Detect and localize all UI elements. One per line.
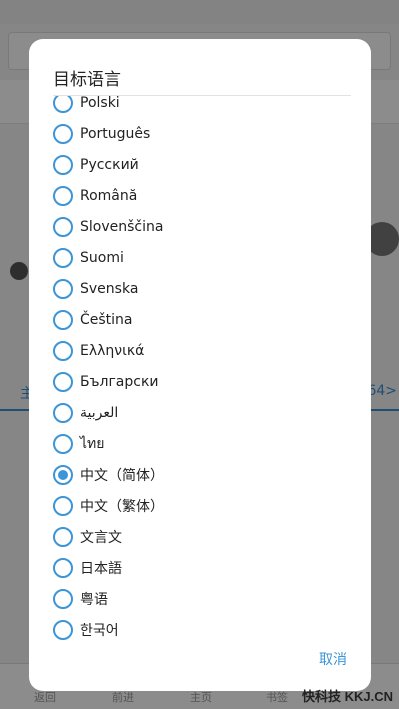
radio-button-icon[interactable] [53,402,73,423]
radio-button-icon[interactable] [53,526,73,547]
radio-button-icon[interactable] [53,247,73,268]
language-option-label: Svenska [80,280,139,297]
language-option[interactable]: Português [29,118,371,149]
language-option-label: Български [80,373,159,390]
radio-button-icon[interactable] [53,371,73,392]
radio-button-icon[interactable] [53,557,73,578]
language-option-label: Suomi [80,249,124,266]
language-option[interactable]: 中文（繁体） [29,490,371,521]
language-option[interactable]: Suomi [29,242,371,273]
language-option[interactable]: Slovenščina [29,211,371,242]
language-option[interactable]: Български [29,366,371,397]
language-option-label: العربية [80,404,119,421]
language-list[interactable]: Polski Português Русский Română Slovenščina S… [29,96,371,644]
radio-button-icon[interactable] [53,340,73,361]
language-option-label: 粤语 [80,591,108,608]
language-option-label: Português [80,125,151,142]
language-option-label: Polski [80,96,120,111]
language-option-label: Slovenščina [80,218,164,235]
radio-button-icon[interactable] [53,278,73,299]
language-option[interactable]: Svenska [29,273,371,304]
language-option-label: 日本語 [80,560,122,577]
watermark: 快科技 KKJ.CN [301,689,393,704]
language-option-label: ไทย [80,435,105,452]
language-option[interactable]: العربية [29,397,371,428]
radio-button-icon[interactable] [53,216,73,237]
language-option[interactable]: Ελληνικά [29,335,371,366]
language-dialog: 目标语言 Polski Português Русский Română Slovenš… [29,39,371,691]
language-option-label: Čeština [80,311,133,328]
language-option-label: Русский [80,156,139,173]
cancel-button[interactable]: 取消 [319,649,347,669]
radio-button-icon[interactable] [53,96,73,113]
radio-button-icon[interactable] [53,619,73,640]
radio-button-icon[interactable] [53,495,73,516]
language-option-label: 한국어 [80,622,119,639]
language-option[interactable]: Čeština [29,304,371,335]
language-option[interactable]: Română [29,180,371,211]
language-option[interactable]: Polski [29,96,371,118]
radio-button-icon[interactable] [53,123,73,144]
language-option[interactable]: 文言文 [29,521,371,552]
radio-button-icon[interactable] [53,154,73,175]
language-option-label: 中文（繁体） [80,498,164,515]
radio-button-icon[interactable] [53,588,73,609]
radio-button-icon[interactable] [53,309,73,330]
language-option[interactable]: 日本語 [29,552,371,583]
radio-dot-icon [58,469,68,480]
language-option[interactable]: 粤语 [29,583,371,614]
language-option[interactable]: 中文（简体） [29,459,371,490]
language-option[interactable]: Русский [29,149,371,180]
language-option-label: 文言文 [80,529,122,546]
language-option[interactable]: ไทย [29,428,371,459]
language-option-label: Ελληνικά [80,342,145,359]
radio-button-icon[interactable] [53,464,73,485]
dialog-title: 目标语言 [53,70,121,90]
radio-button-icon[interactable] [53,185,73,206]
language-option-label: 中文（简体） [80,467,164,484]
radio-button-icon[interactable] [53,433,73,454]
language-option[interactable]: 한국어 [29,614,371,644]
language-option-label: Română [80,187,138,204]
